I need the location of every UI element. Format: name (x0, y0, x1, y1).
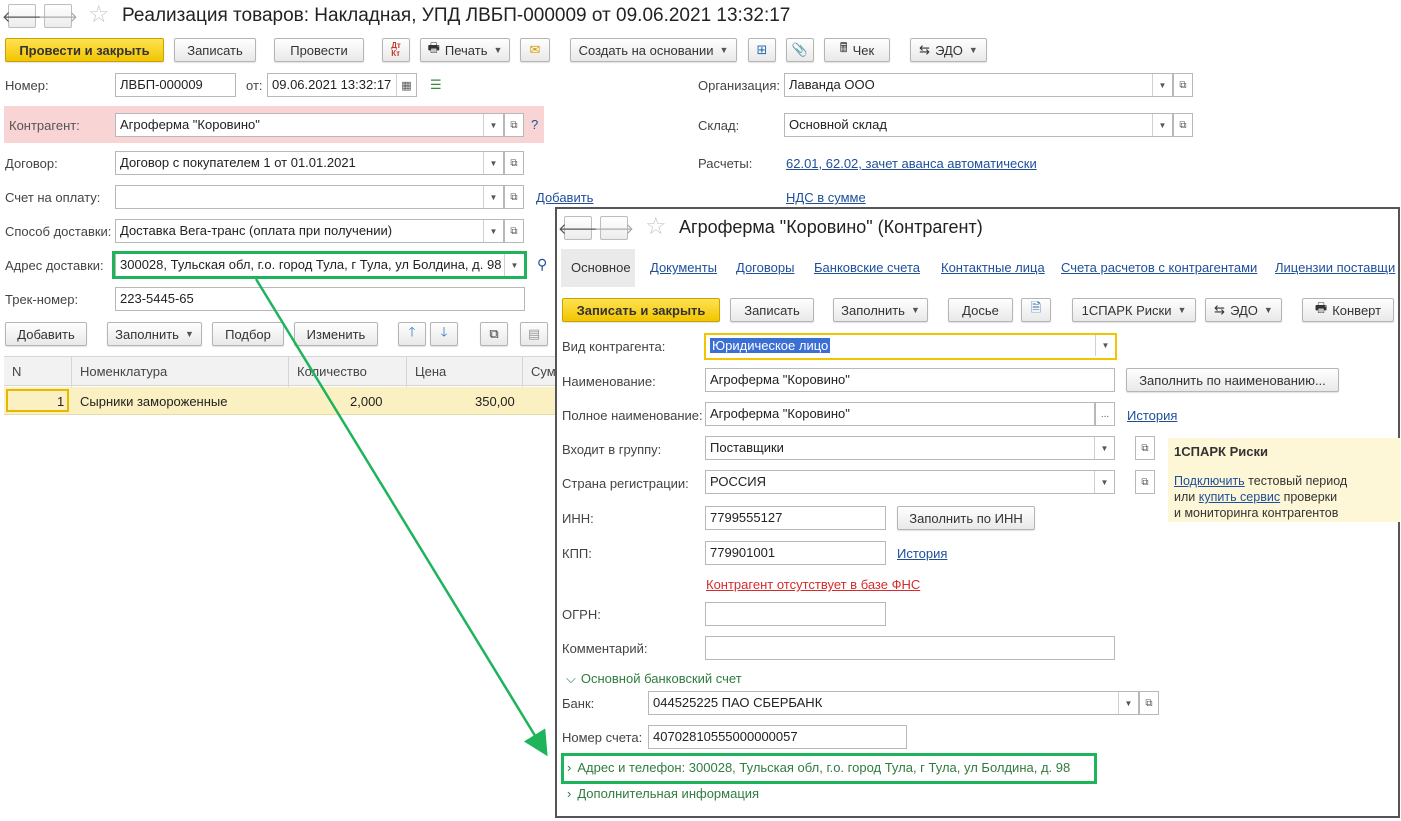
connector-arrow (254, 278, 548, 757)
